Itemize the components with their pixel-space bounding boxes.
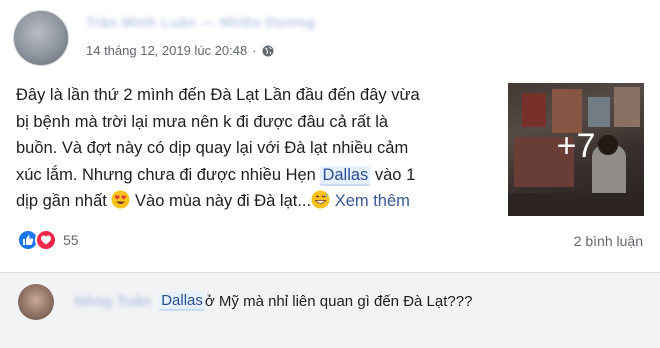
commenter-name[interactable]: Nông Tuấn — [74, 293, 151, 310]
love-icon[interactable] — [35, 229, 57, 251]
grinning-sweat-emoji-icon — [311, 190, 330, 209]
comment-count-link[interactable]: 2 bình luận — [574, 233, 643, 249]
reaction-count[interactable]: 55 — [63, 232, 79, 248]
see-more-link[interactable]: Xem thêm — [335, 192, 410, 210]
meta-separator: · — [252, 43, 257, 58]
post-text-segment: dịp gần nhất — [16, 192, 112, 210]
post-text-line: Đây là lần thứ 2 mình đến Đà Lạt Lần đầu… — [16, 86, 420, 104]
author-avatar[interactable] — [13, 10, 69, 66]
heart-eyes-emoji-icon — [111, 190, 130, 209]
comment-mention-link[interactable]: Dallas — [159, 291, 205, 311]
post-meta: 14 tháng 12, 2019 lúc 20:48 · — [86, 43, 274, 58]
post-text: Đây là lần thứ 2 mình đến Đà Lạt Lần đầu… — [16, 82, 496, 215]
globe-icon[interactable] — [262, 45, 274, 57]
post-text-line: dịp gần nhất Vào mùa này đi Đà lạt... Xe… — [16, 188, 496, 215]
commenter-avatar[interactable] — [18, 284, 54, 320]
comments-section: Nông Tuấn Dallas ở Mỹ mà nhỉ liên quan g… — [0, 272, 660, 348]
post-text-line: xúc lắm. Nhưng chưa đi được nhiều Hẹn Da… — [16, 162, 496, 189]
post-text-line: bị bệnh mà trời lại mưa nên k đi được đâ… — [16, 112, 389, 131]
post-text-segment: xúc lắm. Nhưng chưa đi được nhiều Hẹn — [16, 165, 321, 184]
author-name[interactable]: Trần Minh Luân — Nhiều Dương — [86, 14, 315, 30]
post-text-segment: Vào mùa này đi Đà lạt... — [130, 192, 312, 210]
comment-bubble: Nông Tuấn Dallas ở Mỹ mà nhỉ liên quan g… — [62, 284, 485, 318]
more-photos-count[interactable]: +7 — [508, 127, 644, 166]
post-text-segment: vào 1 — [370, 165, 416, 184]
mention-link[interactable]: Dallas — [320, 165, 371, 186]
comment-text: ở Mỹ mà nhỉ liên quan gì đến Đà Lạt??? — [204, 292, 473, 310]
post-photo-thumbnail[interactable]: +7 — [508, 83, 644, 216]
reactions-bar[interactable]: 55 — [17, 229, 79, 251]
post-card: Trần Minh Luân — Nhiều Dương 14 tháng 12… — [0, 0, 660, 272]
post-timestamp[interactable]: 14 tháng 12, 2019 lúc 20:48 — [86, 43, 247, 58]
post-text-line: buồn. Và đợt này có dịp quay lại với Đà … — [16, 139, 409, 157]
